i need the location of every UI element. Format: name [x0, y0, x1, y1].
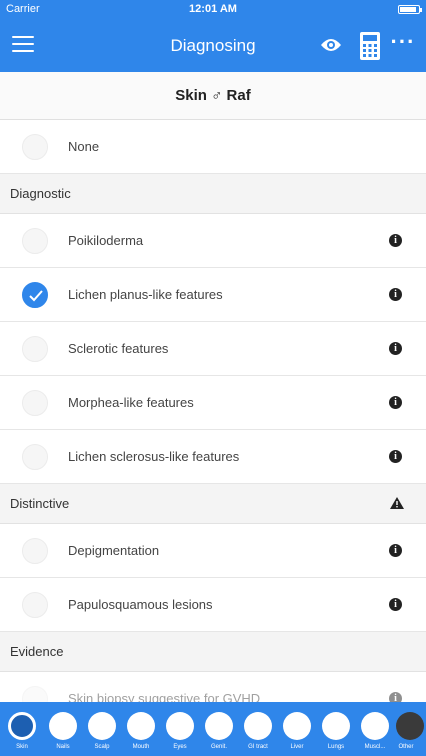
tab-label: Liver	[290, 744, 304, 750]
nav-bar: Diagnosing ···	[0, 20, 426, 72]
tab-other[interactable]	[396, 712, 424, 740]
section-title: Evidence	[10, 644, 64, 659]
info-icon[interactable]: i	[389, 396, 402, 409]
tab-label: GI tract	[248, 744, 268, 750]
app-screen: Carrier 12:01 AM Diagnosing ··· Skin ♂ R…	[0, 0, 426, 756]
criteria-list[interactable]: None Diagnostic Poikiloderma i Lichen pl…	[0, 120, 426, 712]
tab-label: Mouth	[132, 744, 150, 750]
tab-label: Genit.	[210, 744, 227, 750]
tab-scalp[interactable]	[88, 712, 116, 740]
calculator-icon[interactable]	[360, 32, 380, 60]
option-label: Papulosquamous lesions	[68, 597, 213, 612]
tab-label: Lungs	[327, 744, 345, 750]
tab-mouth[interactable]	[127, 712, 155, 740]
option-lichen-planus[interactable]: Lichen planus-like features i	[0, 268, 426, 322]
option-depigmentation[interactable]: Depigmentation i	[0, 524, 426, 578]
info-icon[interactable]: i	[389, 288, 402, 301]
option-label: None	[68, 139, 100, 154]
tab-eyes[interactable]	[166, 712, 194, 740]
checkbox-circle[interactable]	[22, 390, 48, 416]
tab-genital[interactable]	[205, 712, 233, 740]
checkbox-circle[interactable]	[22, 538, 48, 564]
tab-liver[interactable]	[283, 712, 311, 740]
option-label: Depigmentation	[68, 543, 160, 558]
section-header-distinctive: Distinctive	[0, 484, 426, 524]
section-title: Diagnostic	[10, 186, 71, 201]
option-poikiloderma[interactable]: Poikiloderma i	[0, 214, 426, 268]
status-bar: Carrier 12:01 AM	[0, 0, 426, 20]
tab-lungs[interactable]	[322, 712, 350, 740]
eye-icon[interactable]	[320, 37, 342, 53]
checkbox-circle[interactable]	[22, 592, 48, 618]
info-icon[interactable]: i	[389, 234, 402, 247]
tab-muscles[interactable]	[361, 712, 389, 740]
radio-circle[interactable]	[22, 134, 48, 160]
option-morphea[interactable]: Morphea-like features i	[0, 376, 426, 430]
checkbox-circle[interactable]	[22, 444, 48, 470]
warning-icon[interactable]	[390, 497, 404, 509]
info-icon[interactable]: i	[389, 598, 402, 611]
more-options-icon[interactable]: ···	[388, 31, 418, 56]
info-icon[interactable]: i	[389, 342, 402, 355]
checkmark-icon	[29, 290, 43, 302]
option-lichen-sclerosus[interactable]: Lichen sclerosus-like features i	[0, 430, 426, 484]
option-label: Lichen planus-like features	[68, 287, 223, 302]
checkbox-circle-checked[interactable]	[22, 282, 48, 308]
tab-nails[interactable]	[49, 712, 77, 740]
clock: 12:01 AM	[189, 3, 237, 15]
tab-label: Eyes	[173, 744, 187, 750]
tab-label: Scalp	[94, 744, 110, 750]
info-icon[interactable]: i	[389, 450, 402, 463]
section-header-evidence: Evidence	[0, 632, 426, 672]
option-label: Poikiloderma	[68, 233, 144, 248]
organ-tab-bar: Skin Nails Scalp Mouth Eyes Genit. GI tr…	[0, 702, 426, 756]
info-icon[interactable]: i	[389, 544, 402, 557]
option-none[interactable]: None	[0, 120, 426, 174]
checkbox-circle[interactable]	[22, 336, 48, 362]
section-title: Distinctive	[10, 496, 70, 511]
section-header-diagnostic: Diagnostic	[0, 174, 426, 214]
option-sclerotic[interactable]: Sclerotic features i	[0, 322, 426, 376]
tab-label: Nails	[56, 744, 70, 750]
tab-label: Other	[398, 744, 414, 750]
tab-gi-tract[interactable]	[244, 712, 272, 740]
battery-icon	[398, 5, 422, 14]
option-label: Lichen sclerosus-like features	[68, 449, 240, 464]
option-label: Morphea-like features	[68, 395, 194, 410]
option-papulosquamous[interactable]: Papulosquamous lesions i	[0, 578, 426, 632]
organ-header: Skin ♂ Raf	[0, 72, 426, 120]
tab-label: Skin	[16, 744, 28, 750]
checkbox-circle[interactable]	[22, 228, 48, 254]
option-label: Sclerotic features	[68, 341, 169, 356]
tab-skin[interactable]	[8, 712, 36, 740]
